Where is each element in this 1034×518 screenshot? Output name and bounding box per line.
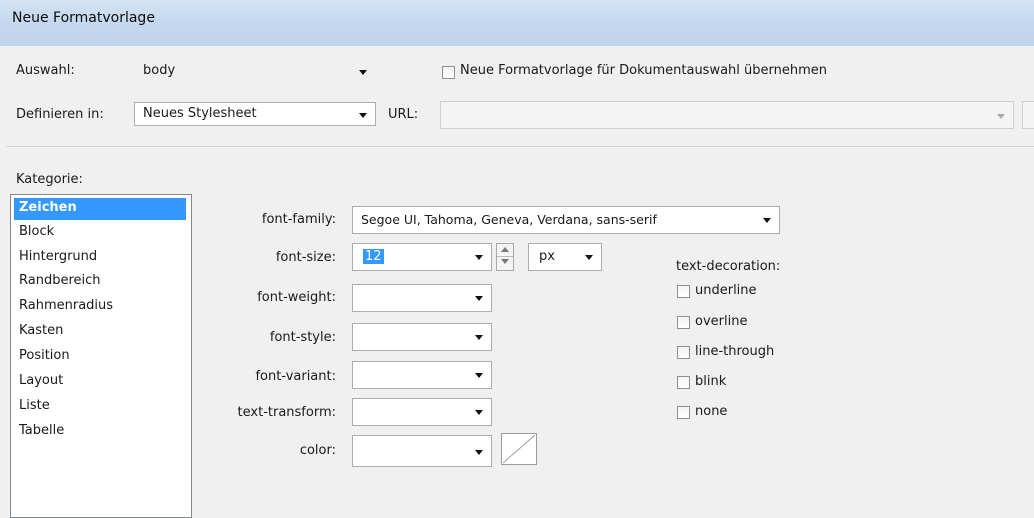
no-color-diagonal-icon	[502, 434, 536, 464]
kategorie-item-zeichen[interactable]: Zeichen	[14, 198, 186, 220]
none-checkbox[interactable]	[677, 406, 690, 419]
chevron-down-icon	[359, 113, 367, 118]
window-title: Neue Formatvorlage	[12, 10, 155, 26]
definieren-select[interactable]: Neues Stylesheet	[134, 102, 376, 126]
chevron-down-icon	[475, 410, 483, 415]
kategorie-item-layout[interactable]: Layout	[14, 371, 186, 393]
kategorie-item-position[interactable]: Position	[14, 346, 186, 368]
color-swatch-icon[interactable]	[501, 433, 537, 465]
font-weight-select[interactable]	[352, 284, 492, 312]
overline-label: overline	[695, 314, 748, 329]
chevron-down-icon	[997, 114, 1005, 119]
chevron-down-icon	[585, 255, 593, 260]
font-size-stepper[interactable]	[496, 243, 514, 271]
color-label: color:	[299, 443, 336, 458]
kategorie-item-kasten[interactable]: Kasten	[14, 321, 186, 343]
line-through-label: line-through	[695, 344, 775, 359]
neue-formatvorlage-checkbox-label: Neue Formatvorlage für Dokumentauswahl ü…	[460, 63, 828, 78]
font-size-label: font-size:	[275, 250, 336, 265]
line-through-checkbox[interactable]	[677, 346, 690, 359]
separator	[6, 146, 1034, 147]
kategorie-item-randbereich[interactable]: Randbereich	[14, 271, 186, 293]
font-size-unit-select[interactable]: px	[528, 243, 602, 271]
chevron-down-icon	[359, 70, 367, 75]
font-size-value-wrap: 12	[363, 249, 384, 264]
browse-button[interactable]	[1022, 101, 1034, 129]
url-label: URL:	[388, 107, 419, 122]
kategorie-item-block[interactable]: Block	[14, 222, 186, 244]
text-transform-label: text-transform:	[237, 405, 336, 420]
chevron-down-icon	[475, 335, 483, 340]
font-family-value: Segoe UI, Tahoma, Geneva, Verdana, sans-…	[361, 212, 657, 227]
overline-checkbox[interactable]	[677, 316, 690, 329]
kategorie-list[interactable]: Zeichen Block Hintergrund Randbereich Ra…	[10, 194, 192, 518]
kategorie-item-rahmenradius[interactable]: Rahmenradius	[14, 296, 186, 318]
kategorie-label: Kategorie:	[16, 172, 83, 187]
font-size-combobox[interactable]: 12	[352, 243, 492, 271]
font-family-label: font-family:	[261, 212, 336, 227]
font-size-value: 12	[363, 249, 384, 264]
blink-checkbox[interactable]	[677, 376, 690, 389]
kategorie-item-tabelle[interactable]: Tabelle	[14, 421, 186, 443]
chevron-down-icon	[475, 255, 483, 260]
auswahl-label: Auswahl:	[16, 63, 75, 78]
title-bar: Neue Formatvorlage	[0, 0, 1034, 46]
chevron-down-icon	[475, 296, 483, 301]
font-variant-label: font-variant:	[255, 369, 336, 384]
kategorie-item-hintergrund[interactable]: Hintergrund	[14, 247, 186, 269]
definieren-label: Definieren in:	[16, 107, 104, 122]
text-decoration-label: text-decoration:	[676, 259, 781, 274]
chevron-down-icon	[763, 218, 771, 223]
kategorie-item-liste[interactable]: Liste	[14, 396, 186, 418]
text-transform-select[interactable]	[352, 398, 492, 426]
chevron-down-icon	[475, 373, 483, 378]
underline-checkbox[interactable]	[677, 285, 690, 298]
chevron-down-icon	[475, 450, 483, 455]
definieren-value: Neues Stylesheet	[143, 106, 257, 121]
blink-label: blink	[695, 374, 727, 389]
underline-label: underline	[695, 283, 757, 298]
font-style-label: font-style:	[269, 330, 336, 345]
font-variant-select[interactable]	[352, 361, 492, 389]
font-family-select[interactable]: Segoe UI, Tahoma, Geneva, Verdana, sans-…	[352, 206, 780, 234]
font-style-select[interactable]	[352, 323, 492, 351]
neue-formatvorlage-checkbox[interactable]	[442, 66, 455, 79]
url-combobox[interactable]	[440, 101, 1014, 129]
font-size-unit-value: px	[539, 249, 555, 264]
auswahl-select[interactable]: body	[136, 59, 376, 83]
auswahl-value: body	[143, 63, 176, 78]
font-weight-label: font-weight:	[257, 290, 336, 305]
color-select[interactable]	[352, 435, 492, 467]
spin-down-icon[interactable]	[497, 256, 513, 268]
none-label: none	[695, 404, 728, 419]
